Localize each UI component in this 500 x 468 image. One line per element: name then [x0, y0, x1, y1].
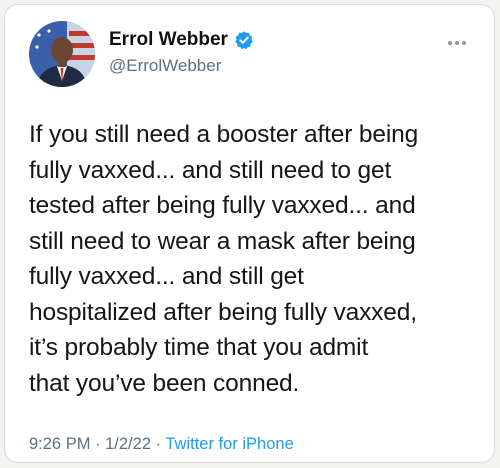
tweet-text-line: If you still need a booster after being	[29, 121, 419, 148]
author-name[interactable]: Errol Webber	[109, 29, 228, 51]
tweet-card: Errol Webber @ErrolWebber If you still n…	[4, 4, 495, 463]
meta-separator: ·	[151, 435, 166, 453]
tweet-metadata: 9:26 PM · 1/2/22 · Twitter for iPhone	[29, 435, 294, 454]
tweet-text-line: still need to wear a mask after being	[29, 227, 416, 255]
tweet-text-line: tested after being fully vaxxed... and	[29, 192, 416, 219]
more-dot	[448, 41, 452, 45]
author-row: Errol Webber	[109, 29, 254, 51]
tweet-text-line: that you’ve been conned.	[29, 369, 300, 397]
verified-badge-icon	[235, 31, 253, 50]
tweet-source[interactable]: Twitter for iPhone	[165, 435, 293, 453]
author-handle[interactable]: @ErrolWebber	[109, 56, 221, 76]
tweet-text: If you still need a booster after being …	[29, 117, 479, 401]
tweet-time[interactable]: 9:26 PM	[29, 435, 90, 453]
avatar[interactable]	[29, 21, 95, 87]
more-options-icon[interactable]	[448, 41, 466, 45]
more-dot	[455, 41, 459, 45]
tweet-text-line: fully vaxxed... and still get	[29, 263, 304, 290]
tweet-text-line: fully vaxxed... and still need to get	[29, 156, 392, 184]
tweet-date[interactable]: 1/2/22	[105, 435, 151, 453]
tweet-text-line: hospitalized after being fully vaxxed,	[29, 298, 417, 326]
tweet-text-line: it’s probably time that you admit	[29, 334, 369, 361]
avatar-image	[29, 21, 95, 87]
meta-separator: ·	[90, 435, 106, 453]
more-dot	[462, 41, 466, 45]
